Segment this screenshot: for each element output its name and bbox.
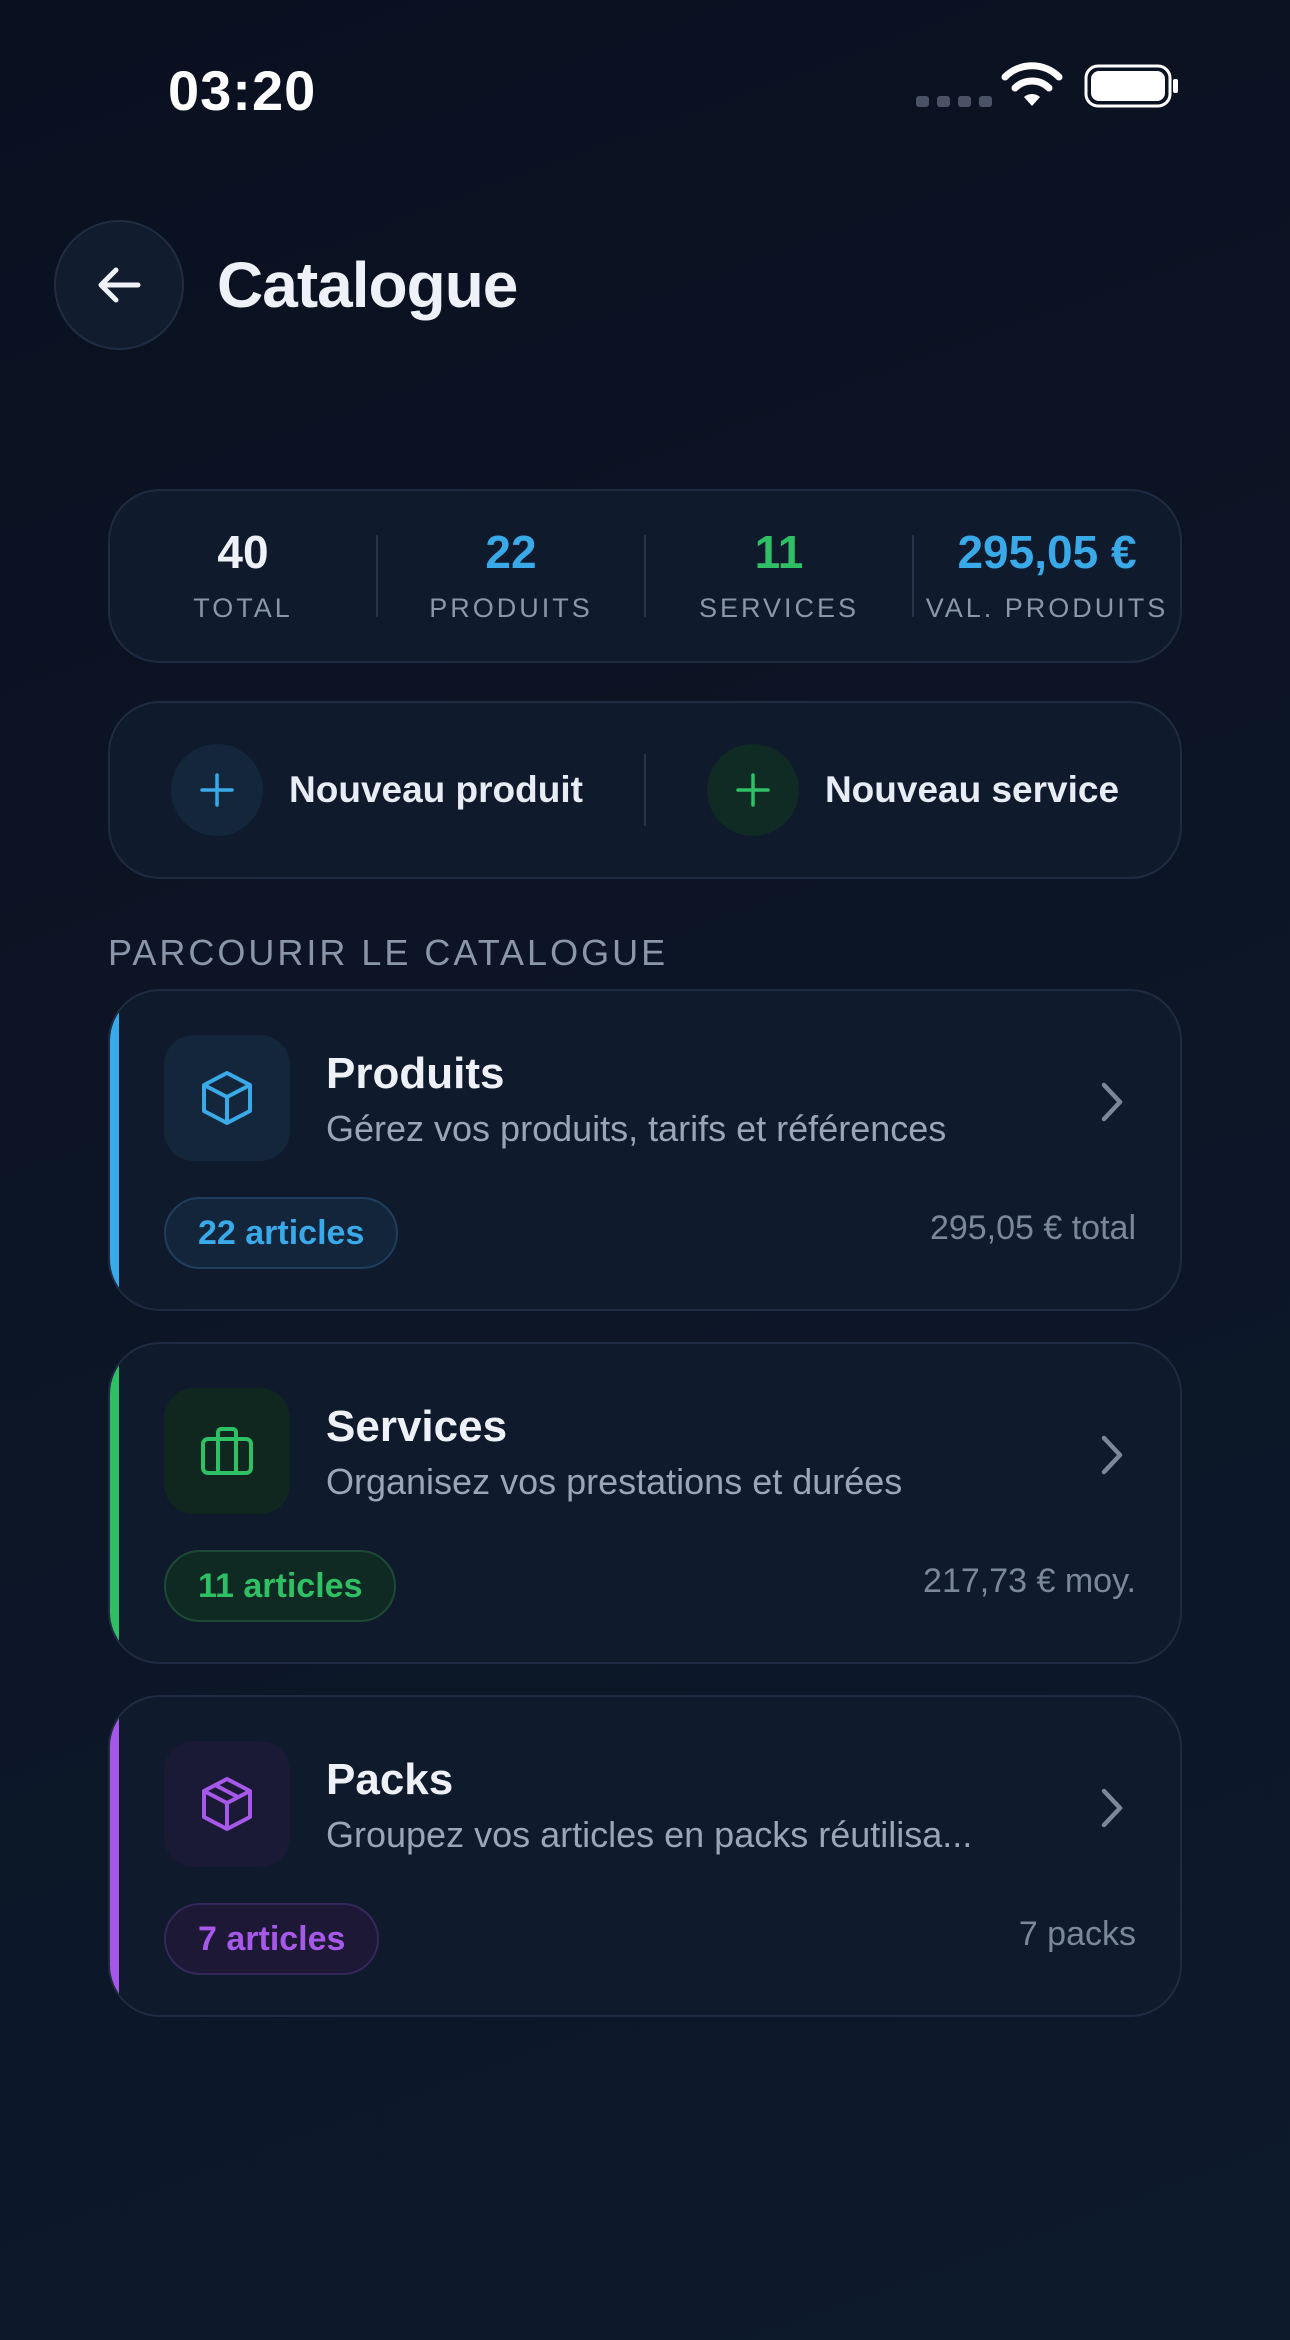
stat-label: VAL. PRODUITS — [925, 592, 1169, 623]
status-time: 03:20 — [168, 59, 317, 122]
chevron-right-icon — [1101, 1788, 1123, 1828]
arrow-left-icon — [98, 267, 141, 303]
stat-value: 22 — [485, 525, 537, 578]
quick-actions-card: Nouveau produit Nouveau service — [108, 701, 1182, 879]
accent-bar — [110, 1344, 119, 1662]
category-meta: 7 packs — [1018, 1915, 1136, 1953]
section-title: PARCOURIR LE CATALOGUE — [108, 932, 669, 973]
category-description: Organisez vos prestations et durées — [326, 1461, 903, 1502]
count-badge: 11 articles — [164, 1550, 397, 1622]
stat-value: 295,05 € — [957, 525, 1137, 578]
new-product-label: Nouveau produit — [289, 769, 583, 810]
category-meta: 295,05 € total — [929, 1209, 1136, 1247]
new-product-button[interactable]: Nouveau produit — [110, 744, 644, 836]
category-title: Services — [326, 1402, 508, 1451]
new-service-label: Nouveau service — [824, 769, 1120, 810]
wifi-icon — [1001, 62, 1063, 106]
count-badge: 22 articles — [164, 1197, 399, 1269]
stat-services: 11 SERVICES — [646, 529, 912, 624]
category-meta: 217,73 € moy. — [923, 1562, 1136, 1600]
stats-card: 40 TOTAL 22 PRODUITS 11 SERVICES 295,05 … — [108, 489, 1182, 663]
battery-icon — [1084, 64, 1178, 108]
count-badge: 7 articles — [164, 1903, 380, 1975]
category-title: Produits — [326, 1049, 505, 1098]
category-card-packs[interactable]: Packs Groupez vos articles en packs réut… — [108, 1695, 1182, 2017]
stat-products: 22 PRODUITS — [378, 529, 644, 624]
stat-value: 40 — [217, 525, 269, 578]
stat-label: PRODUITS — [429, 592, 593, 623]
stat-total: 40 TOTAL — [110, 529, 376, 624]
category-description: Gérez vos produits, tarifs et références — [326, 1108, 947, 1149]
category-card-services[interactable]: Services Organisez vos prestations et du… — [108, 1342, 1182, 1664]
stat-label: TOTAL — [193, 592, 293, 623]
category-card-products[interactable]: Produits Gérez vos produits, tarifs et r… — [108, 989, 1182, 1311]
category-description: Groupez vos articles en packs réutilisa.… — [326, 1814, 973, 1855]
stat-value: 11 — [754, 525, 804, 578]
package-icon — [164, 1741, 290, 1867]
chevron-right-icon — [1101, 1435, 1123, 1475]
back-button[interactable] — [54, 220, 184, 350]
category-title: Packs — [326, 1755, 454, 1804]
accent-bar — [110, 1697, 119, 2015]
stat-products-value: 295,05 € VAL. PRODUITS — [914, 529, 1180, 624]
page-title: Catalogue — [217, 249, 518, 321]
plus-icon — [171, 744, 264, 836]
chevron-right-icon — [1101, 1082, 1123, 1122]
plus-icon — [706, 744, 799, 836]
status-bar: 03:20 — [0, 0, 1290, 180]
cube-icon — [164, 1035, 290, 1161]
cellular-signal-icon — [916, 96, 992, 107]
accent-bar — [110, 991, 119, 1309]
new-service-button[interactable]: Nouveau service — [646, 744, 1180, 836]
stat-label: SERVICES — [698, 592, 860, 623]
briefcase-icon — [164, 1388, 290, 1514]
